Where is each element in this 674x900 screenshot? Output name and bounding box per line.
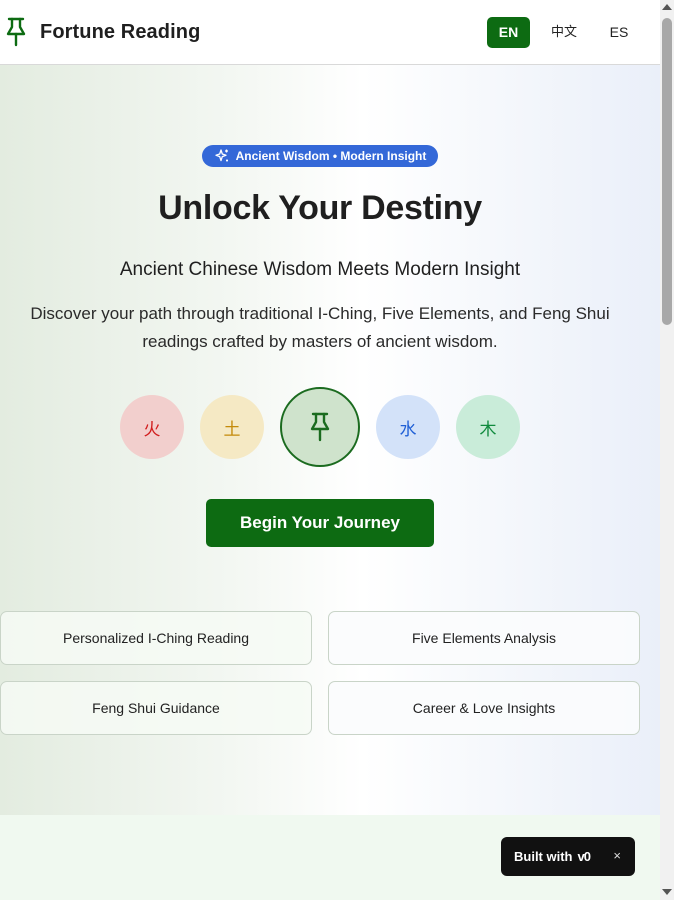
feature-five-elements[interactable]: Five Elements Analysis [328,611,640,665]
element-earth: 土 [200,395,264,459]
language-zh-button[interactable]: 中文 [542,17,586,48]
scroll-thumb[interactable] [662,18,672,325]
feature-iching[interactable]: Personalized I-Ching Reading [0,611,312,665]
site-header: Fortune Reading EN 中文 ES [0,0,660,65]
hero-badge-label: Ancient Wisdom • Modern Insight [235,149,427,163]
hero-badge: Ancient Wisdom • Modern Insight [202,145,438,167]
element-water: 水 [376,395,440,459]
language-en-button[interactable]: EN [487,17,530,48]
pin-icon [6,17,26,47]
close-icon[interactable]: × [613,848,621,863]
built-with-v0-badge[interactable]: Built with v0 × [501,837,635,876]
feature-career-love[interactable]: Career & Love Insights [328,681,640,735]
feature-feng-shui[interactable]: Feng Shui Guidance [0,681,312,735]
scrollbar[interactable] [660,0,674,900]
begin-journey-button[interactable]: Begin Your Journey [206,499,434,547]
hero-section: Ancient Wisdom • Modern Insight Unlock Y… [0,65,660,815]
hero-description: Discover your path through traditional I… [30,304,610,351]
toast-label: Built with [514,849,573,864]
page: Fortune Reading EN 中文 ES Ancient Wisdom … [0,0,660,900]
hero-subtitle: Ancient Chinese Wisdom Meets Modern Insi… [119,259,521,280]
v0-logo: v0 [577,849,592,864]
element-wood: 木 [456,395,520,459]
scroll-down-arrow[interactable] [662,889,672,895]
element-center [280,387,360,467]
scroll-up-arrow[interactable] [662,4,672,10]
element-fire: 火 [120,395,184,459]
pin-icon [310,412,330,442]
language-es-button[interactable]: ES [600,17,638,48]
brand[interactable]: Fortune Reading [4,16,200,48]
sparkles-icon [214,149,228,162]
brand-name: Fortune Reading [40,20,201,43]
hero-title: Unlock Your Destiny [158,189,482,227]
